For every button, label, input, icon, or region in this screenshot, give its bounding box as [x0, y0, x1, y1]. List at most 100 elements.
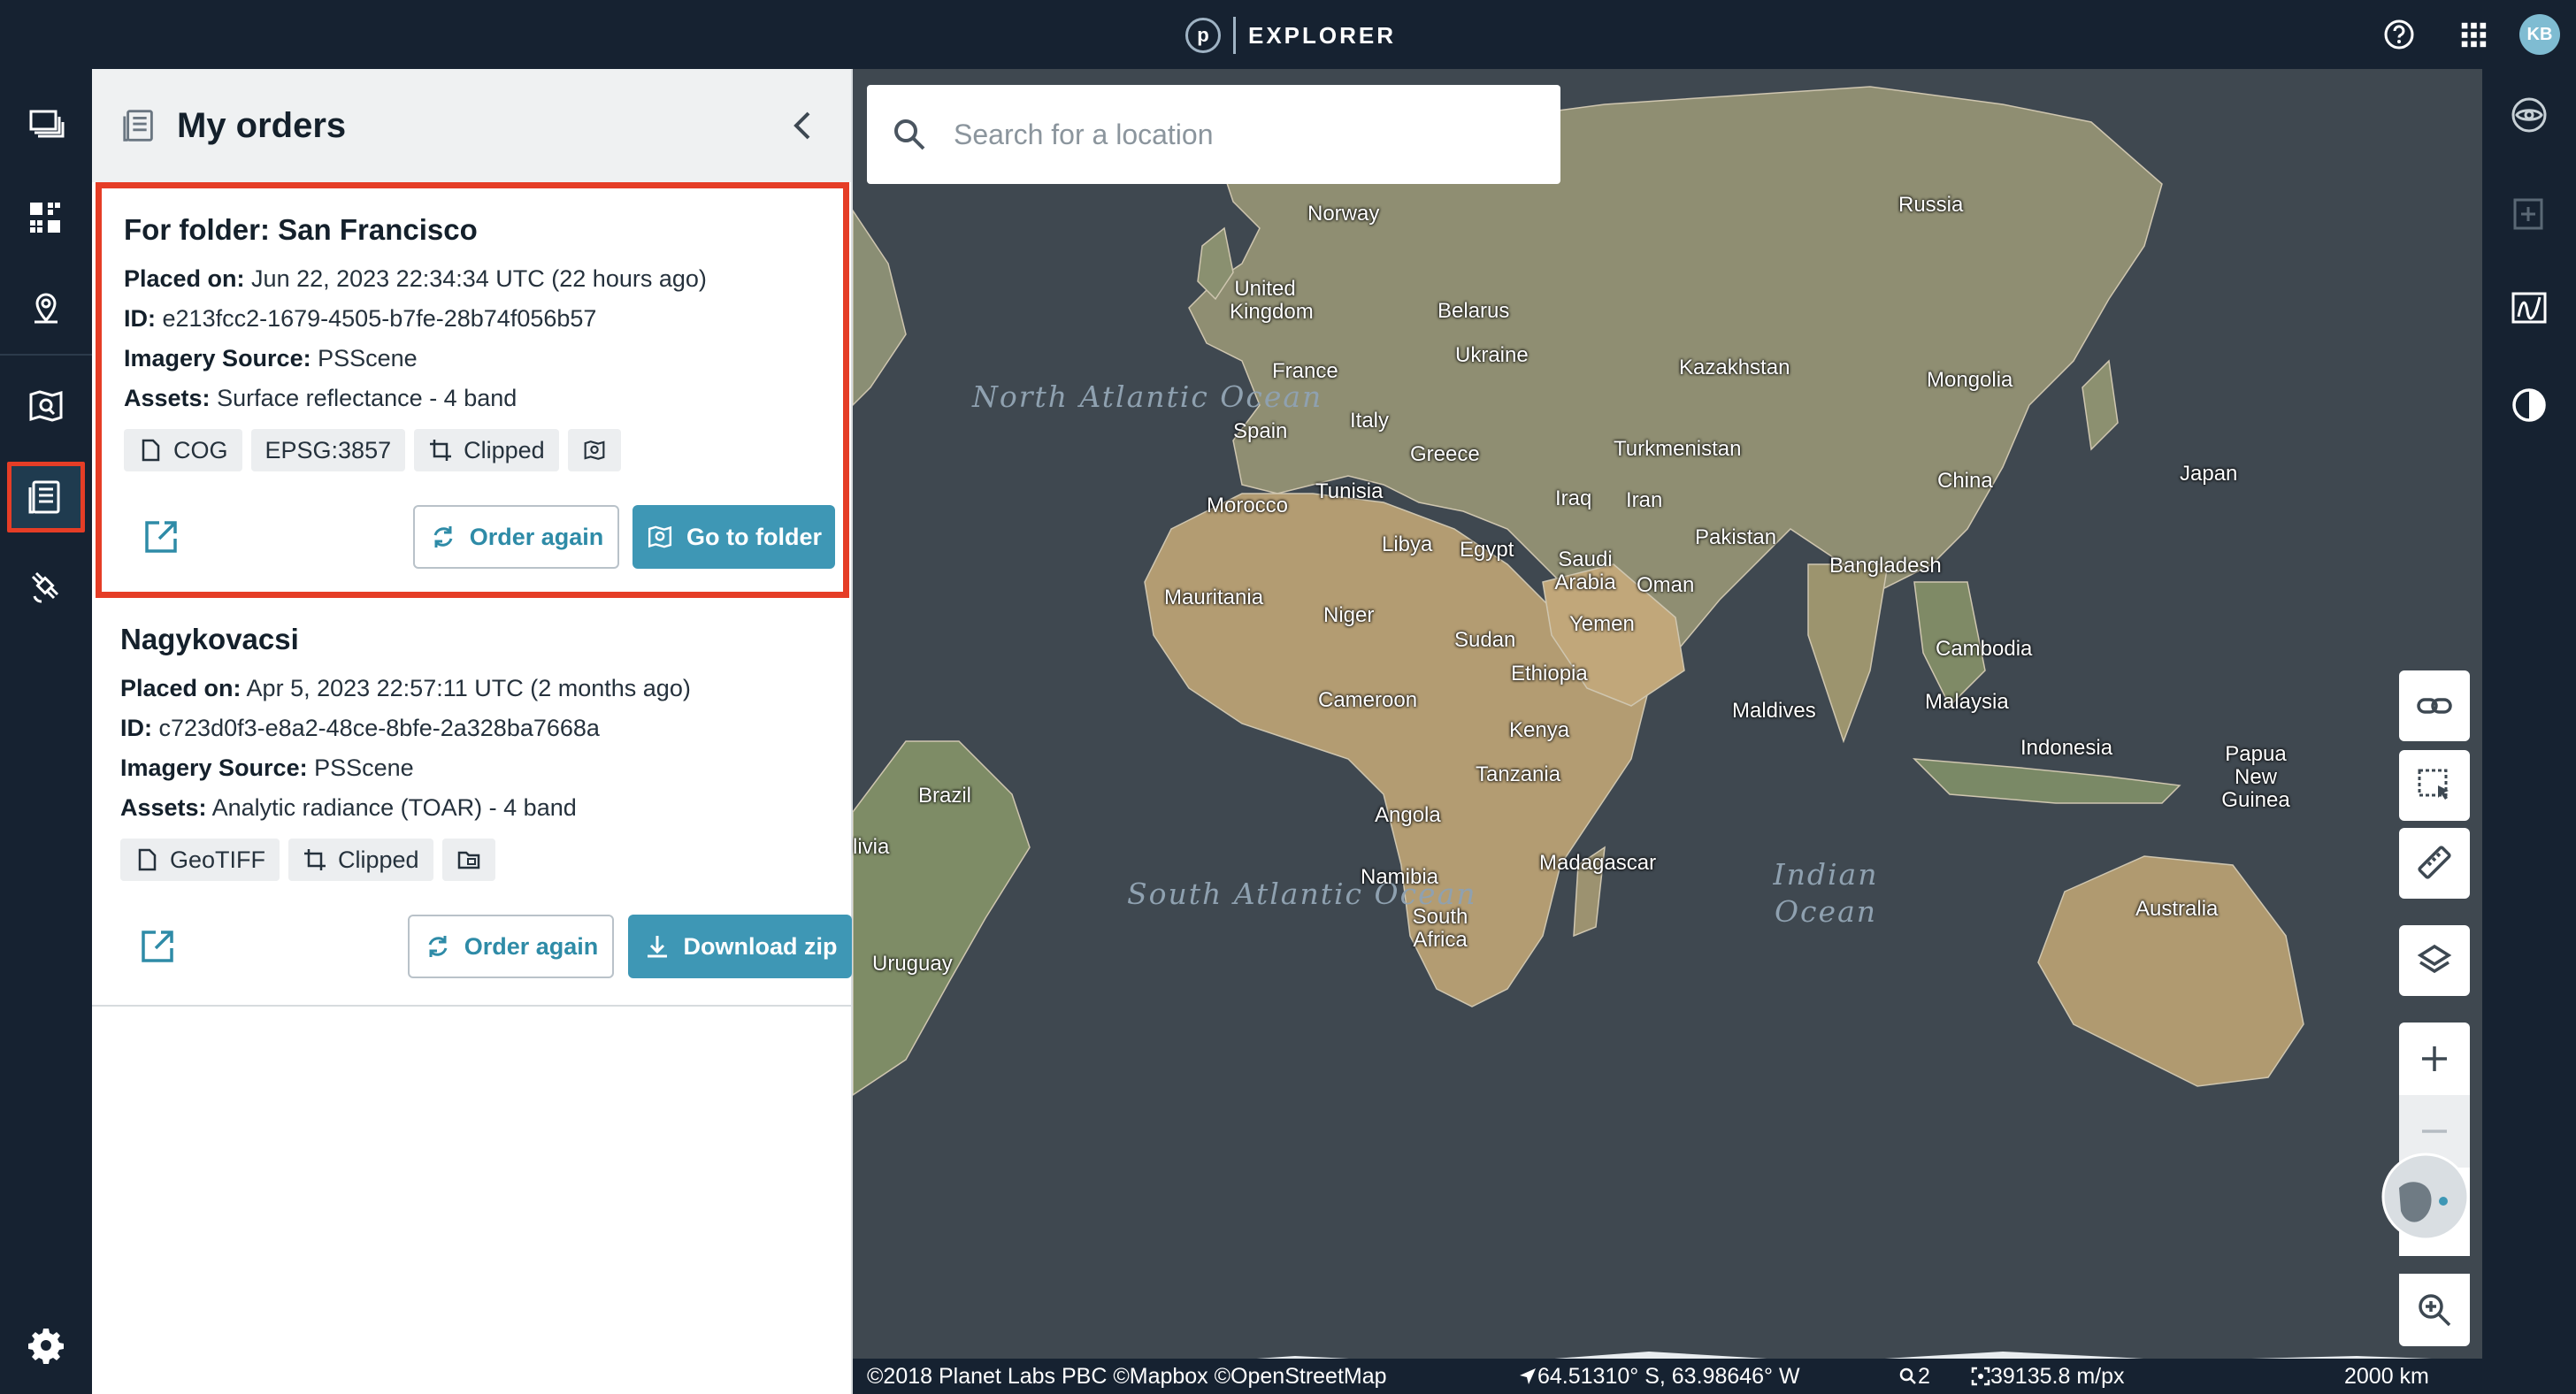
order-card[interactable]: For folder: San Francisco Placed on: Jun… [96, 182, 849, 598]
map-label: Kazakhstan [1679, 356, 1790, 379]
spectral-tool[interactable] [2482, 272, 2576, 343]
go-to-folder-button[interactable]: Go to folder [632, 505, 835, 569]
map-label: Mongolia [1927, 368, 2013, 392]
order-chips: GeoTIFF Clipped [120, 839, 823, 881]
nav-item-feeds[interactable] [0, 85, 92, 165]
order-placed: Placed on: Apr 5, 2023 22:57:11 UTC (2 m… [120, 675, 691, 701]
map-label: Russia [1898, 193, 1964, 217]
map-label: Egypt [1460, 538, 1514, 562]
zoom-to-button[interactable] [2399, 1274, 2470, 1346]
globe-icon [2381, 1153, 2470, 1241]
map-label: Malaysia [1925, 690, 2009, 714]
map-label: Madagascar [1539, 851, 1657, 875]
orders-list-icon [28, 480, 60, 514]
external-link-icon[interactable] [142, 517, 180, 556]
link-icon [2417, 698, 2452, 714]
order-actions: Order again Download zip [120, 915, 852, 978]
map-label: Oman [1637, 573, 1695, 597]
map-label: China [1937, 469, 1993, 493]
refresh-icon [428, 936, 448, 957]
map-label: Cambodia [1936, 637, 2033, 661]
map-label: Ethiopia [1511, 662, 1588, 686]
apps-grid-icon[interactable] [2457, 19, 2489, 50]
download-zip-button[interactable]: Download zip [628, 915, 852, 978]
minus-icon [2422, 1130, 2447, 1133]
select-area-icon [2418, 769, 2449, 800]
map-label: Belarus [1438, 299, 1510, 323]
nav-item-tasking[interactable] [0, 547, 92, 626]
orders-list-icon [123, 110, 153, 142]
map-label: Libya [1382, 532, 1433, 556]
measure-button[interactable] [2399, 828, 2470, 899]
map-label: Ukraine [1455, 343, 1529, 367]
chip-format: COG [124, 429, 242, 471]
top-bar: p EXPLORER KB [0, 0, 2576, 69]
map-folder-icon [29, 390, 63, 422]
map-label: Bangladesh [1829, 554, 1942, 578]
nav-item-mosaics[interactable] [0, 179, 92, 258]
app-logo[interactable]: p EXPLORER [1185, 17, 1396, 54]
add-image-tool[interactable] [2482, 179, 2576, 249]
analysis-tool[interactable] [2482, 80, 2576, 150]
panel-header: My orders [92, 69, 851, 182]
satellite-icon [31, 571, 59, 603]
search-icon [894, 119, 925, 150]
map-label: Yemen [1569, 612, 1635, 636]
map-label: Niger [1323, 603, 1375, 627]
nav-item-settings[interactable] [0, 1306, 92, 1385]
external-link-icon[interactable] [138, 927, 177, 966]
order-title: Nagykovacsi [120, 623, 299, 655]
nav-item-orders[interactable] [7, 462, 85, 532]
eye-scan-icon [2511, 97, 2547, 133]
map-folder-icon [648, 525, 672, 548]
nav-item-folders[interactable] [0, 366, 92, 446]
map-label: Pakistan [1695, 525, 1777, 549]
layers-icon [2417, 944, 2452, 974]
map-label: Greece [1410, 442, 1480, 466]
order-again-button[interactable]: Order again [408, 915, 614, 978]
chip-format: GeoTIFF [120, 839, 280, 881]
order-placed: Placed on: Jun 22, 2023 22:34:34 UTC (22… [124, 265, 707, 292]
folder-icon [457, 851, 479, 869]
map-label: Indonesia [2020, 736, 2113, 760]
share-link-button[interactable] [2399, 670, 2470, 741]
file-icon [142, 439, 160, 462]
location-pin-icon [34, 293, 58, 324]
chip-clipped: Clipped [414, 429, 559, 471]
order-source: Imagery Source: PSScene [120, 754, 414, 781]
help-icon[interactable] [2383, 19, 2415, 50]
map-canvas[interactable]: North Atlantic Ocean South Atlantic Ocea… [853, 69, 2482, 1394]
layers-button[interactable] [2399, 925, 2470, 996]
order-assets: Assets: Surface reflectance - 4 band [124, 385, 518, 411]
map-label: Spain [1233, 419, 1288, 443]
map-label: Papua New Guinea [2221, 742, 2290, 812]
chip-clipped: Clipped [288, 839, 433, 881]
theme-toggle[interactable] [2482, 370, 2576, 440]
order-source: Imagery Source: PSScene [124, 345, 418, 371]
order-title: For folder: San Francisco [124, 213, 478, 246]
map-label: Kenya [1509, 718, 1570, 742]
gear-icon [28, 1329, 64, 1364]
ruler-icon [2418, 846, 2451, 879]
globe-view-button[interactable] [2381, 1153, 2470, 1256]
order-again-button[interactable]: Order again [413, 505, 619, 569]
order-card[interactable]: Nagykovacsi Placed on: Apr 5, 2023 22:57… [92, 598, 852, 1005]
zoom-in-button[interactable] [2399, 1023, 2470, 1095]
location-search[interactable]: Search for a location [867, 85, 1560, 184]
map-label: United Kingdom [1230, 277, 1314, 324]
left-nav [0, 69, 92, 1394]
nav-item-places[interactable] [0, 267, 92, 347]
contrast-icon [2512, 388, 2546, 422]
right-toolbar [2482, 69, 2576, 1394]
chevron-left-icon[interactable] [787, 108, 819, 143]
map-label: Brazil [918, 784, 972, 808]
chip-folder [567, 429, 621, 471]
search-input[interactable]: Search for a location [954, 119, 1214, 151]
map-label: Italy [1350, 409, 1390, 433]
select-area-button[interactable] [2399, 750, 2470, 821]
app-name: EXPLORER [1248, 21, 1397, 49]
order-assets: Assets: Analytic radiance (TOAR) - 4 ban… [120, 794, 577, 821]
map-label: Uruguay [872, 952, 953, 976]
user-avatar[interactable]: KB [2519, 14, 2560, 55]
map-label: Tunisia [1315, 479, 1384, 503]
